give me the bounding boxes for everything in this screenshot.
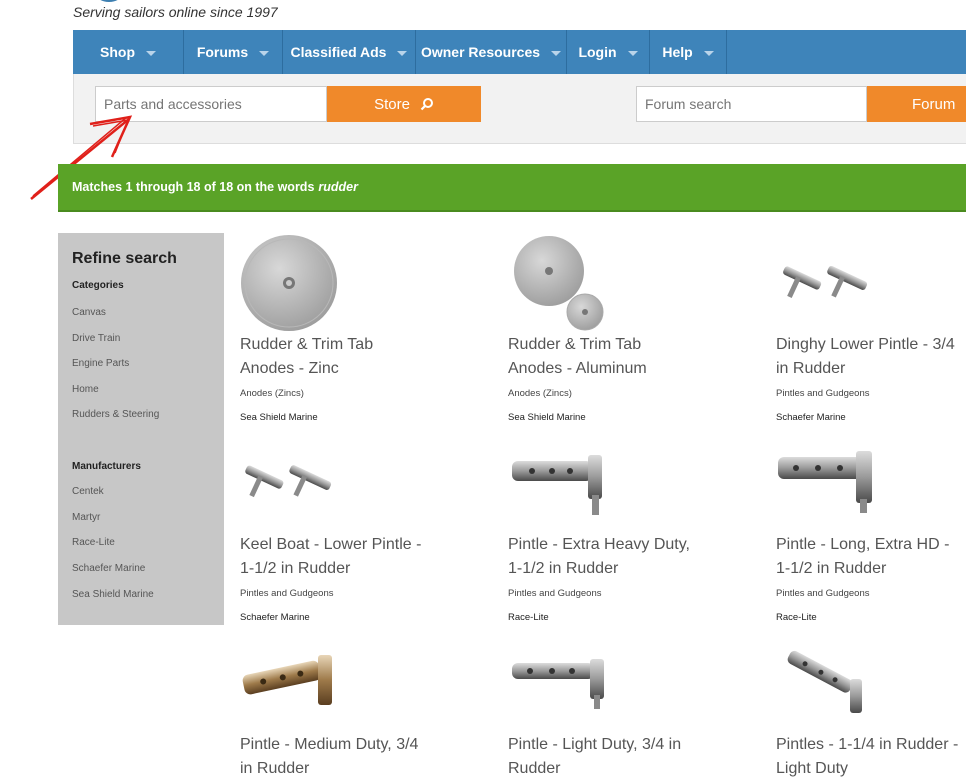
forum-search-button[interactable]: Forum: [867, 86, 966, 122]
manufacturer-link[interactable]: Martyr: [72, 512, 100, 523]
site-logo[interactable]: [96, 0, 122, 2]
chevron-down-icon: [146, 50, 156, 56]
nav-owner-resources-label: Owner Resources: [420, 44, 541, 60]
chevron-down-icon: [703, 50, 714, 56]
product-image[interactable]: [240, 433, 340, 533]
product-category: Pintles and Gudgeons: [776, 588, 870, 599]
store-search-input[interactable]: [95, 86, 327, 122]
product-manufacturer: Sea Shield Marine: [240, 412, 318, 423]
category-link[interactable]: Home: [72, 384, 99, 395]
manufacturer-link[interactable]: Centek: [72, 486, 104, 497]
chevron-down-icon: [551, 50, 562, 56]
product-image[interactable]: [776, 233, 876, 333]
product-image[interactable]: [508, 233, 608, 333]
category-link[interactable]: Canvas: [72, 307, 106, 318]
product-title[interactable]: Pintle - Long, Extra HD - 1-1/2 in Rudde…: [776, 533, 966, 581]
product-title[interactable]: Keel Boat - Lower Pintle - 1-1/2 in Rudd…: [240, 533, 430, 581]
product-manufacturer: Sea Shield Marine: [508, 412, 586, 423]
categories-heading: Categories: [72, 280, 124, 291]
refine-title: Refine search: [72, 250, 177, 267]
product-title[interactable]: Rudder & Trim Tab Anodes - Zinc: [240, 333, 430, 381]
manufacturers-heading: Manufacturers: [72, 461, 141, 472]
nav-forums-label: Forums: [196, 44, 249, 60]
search-term: rudder: [318, 180, 358, 194]
product-title[interactable]: Dinghy Lower Pintle - 3/4 in Rudder: [776, 333, 966, 381]
product-category: Anodes (Zincs): [508, 388, 572, 399]
product-manufacturer: Race-Lite: [776, 612, 817, 623]
nav-help-label: Help: [662, 44, 693, 60]
chevron-down-icon: [627, 50, 638, 56]
search-icon: [420, 98, 433, 111]
category-link[interactable]: Drive Train: [72, 333, 120, 344]
nav-shop[interactable]: Shop: [73, 30, 184, 74]
product-image[interactable]: [508, 633, 608, 733]
chevron-down-icon: [397, 50, 408, 56]
product-category: Pintles and Gudgeons: [240, 588, 334, 599]
nav-login-label: Login: [578, 44, 617, 60]
product-image[interactable]: [508, 433, 608, 533]
product-title[interactable]: Rudder & Trim Tab Anodes - Aluminum: [508, 333, 698, 381]
forum-button-label: Forum: [912, 95, 956, 113]
product-category: Pintles and Gudgeons: [776, 388, 870, 399]
manufacturer-link[interactable]: Schaefer Marine: [72, 563, 145, 574]
product-category: Anodes (Zincs): [240, 388, 304, 399]
category-link[interactable]: Rudders & Steering: [72, 409, 159, 420]
forum-search-input[interactable]: [636, 86, 867, 122]
nav-help[interactable]: Help: [650, 30, 727, 74]
product-image[interactable]: [776, 433, 876, 533]
site-tagline: Serving sailors online since 1997: [73, 4, 278, 20]
store-search-button[interactable]: Store: [327, 86, 481, 122]
product-category: Pintles and Gudgeons: [508, 588, 602, 599]
nav-shop-label: Shop: [100, 44, 135, 60]
refine-sidebar: Refine search Categories Canvas Drive Tr…: [58, 233, 224, 625]
product-image[interactable]: [776, 633, 876, 733]
product-manufacturer: Schaefer Marine: [776, 412, 846, 423]
results-banner: Matches 1 through 18 of 18 on the words …: [58, 164, 966, 212]
product-image[interactable]: [240, 233, 340, 333]
nav-owner-resources[interactable]: Owner Resources: [416, 30, 567, 74]
product-title[interactable]: Pintle - Extra Heavy Duty, 1-1/2 in Rudd…: [508, 533, 698, 581]
nav-classified-ads-label: Classified Ads: [290, 44, 387, 60]
nav-classified-ads[interactable]: Classified Ads: [283, 30, 416, 74]
main-nav: Shop Forums Classified Ads Owner Resourc…: [73, 30, 966, 74]
manufacturer-link[interactable]: Race-Lite: [72, 537, 115, 548]
product-manufacturer: Schaefer Marine: [240, 612, 310, 623]
product-image[interactable]: [240, 633, 340, 733]
nav-login[interactable]: Login: [567, 30, 650, 74]
category-link[interactable]: Engine Parts: [72, 358, 129, 369]
manufacturer-link[interactable]: Sea Shield Marine: [72, 589, 154, 600]
store-button-label: Store: [374, 95, 410, 113]
product-manufacturer: Race-Lite: [508, 612, 549, 623]
search-band: Store Forum: [73, 74, 966, 144]
chevron-down-icon: [259, 50, 270, 56]
nav-forums[interactable]: Forums: [184, 30, 283, 74]
results-summary: Matches 1 through 18 of 18 on the words: [72, 180, 315, 194]
